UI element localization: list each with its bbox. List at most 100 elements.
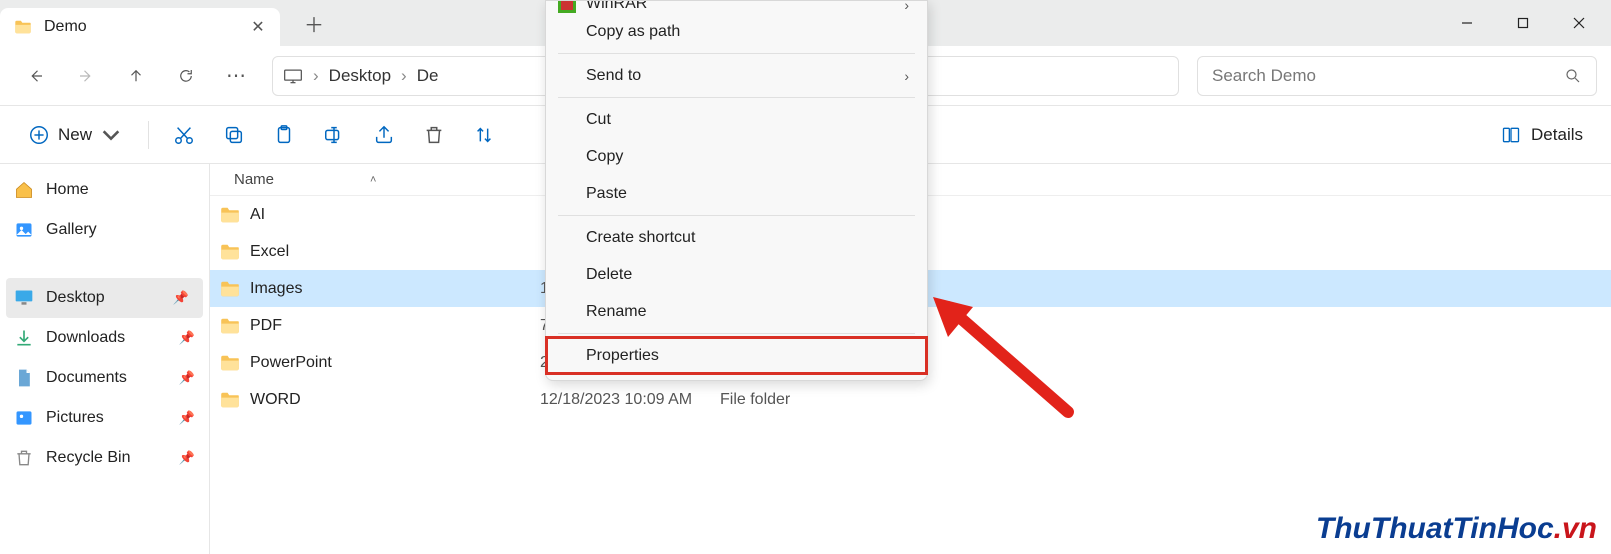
pin-icon: 📌: [179, 370, 195, 386]
sidebar-label: Desktop: [46, 289, 105, 307]
chevron-right-icon: ›: [904, 1, 909, 13]
close-window-button[interactable]: [1551, 0, 1607, 46]
ctx-paste[interactable]: Paste: [546, 175, 927, 212]
minimize-button[interactable]: [1439, 0, 1495, 46]
tab-demo[interactable]: Demo ✕: [0, 8, 280, 46]
folder-icon: [14, 20, 32, 34]
details-label: Details: [1531, 125, 1583, 145]
pin-icon: 📌: [179, 450, 195, 466]
file-row[interactable]: WORD 12/18/2023 10:09 AM File folder: [210, 381, 1611, 418]
file-name: Excel: [250, 243, 289, 261]
chevron-right-icon: ›: [904, 68, 909, 84]
sidebar-item-recycle-bin[interactable]: Recycle Bin 📌: [0, 438, 209, 478]
close-tab-icon[interactable]: ✕: [250, 17, 266, 37]
pin-icon: 📌: [179, 410, 195, 426]
sidebar-label: Documents: [46, 369, 127, 387]
sidebar-item-gallery[interactable]: Gallery: [0, 210, 209, 250]
cut-icon: [173, 124, 195, 146]
paste-button[interactable]: [263, 115, 305, 155]
folder-icon: [220, 318, 240, 334]
ctx-copy-as-path[interactable]: Copy as path: [546, 13, 927, 50]
recycle-bin-icon: [14, 448, 34, 468]
navigation-pane: Home Gallery Desktop 📌 Downloads 📌 Docum…: [0, 164, 210, 554]
ctx-cut[interactable]: Cut: [546, 101, 927, 138]
file-name: Images: [250, 280, 302, 298]
home-icon: [14, 180, 34, 200]
maximize-button[interactable]: [1495, 0, 1551, 46]
file-name: PowerPoint: [250, 354, 332, 372]
tab-title: Demo: [44, 18, 238, 36]
crumb-desktop[interactable]: Desktop: [329, 66, 391, 86]
sidebar-label: Home: [46, 181, 89, 199]
search-input[interactable]: Search Demo: [1197, 56, 1597, 96]
cut-button[interactable]: [163, 115, 205, 155]
ctx-rename[interactable]: Rename: [546, 293, 927, 330]
file-type: File folder: [720, 391, 900, 409]
delete-button[interactable]: [413, 115, 455, 155]
ctx-copy[interactable]: Copy: [546, 138, 927, 175]
column-name[interactable]: Name ˄: [210, 171, 540, 188]
winrar-icon: [558, 1, 576, 13]
separator: [558, 215, 915, 216]
folder-icon: [220, 392, 240, 408]
new-label: New: [58, 125, 92, 145]
separator: [148, 121, 149, 149]
share-icon: [373, 124, 395, 146]
gallery-icon: [14, 220, 34, 240]
context-menu: WinRAR › Copy as path Send to› Cut Copy …: [545, 0, 928, 381]
sort-icon: [473, 124, 495, 146]
sidebar-label: Pictures: [46, 409, 104, 427]
documents-icon: [14, 368, 34, 388]
file-date: 12/18/2023 10:09 AM: [540, 391, 720, 409]
pin-icon: 📌: [179, 330, 195, 346]
sidebar-item-downloads[interactable]: Downloads 📌: [0, 318, 209, 358]
sidebar-item-desktop[interactable]: Desktop 📌: [6, 278, 203, 318]
pictures-icon: [14, 408, 34, 428]
file-name: WORD: [250, 391, 301, 409]
rename-button[interactable]: [313, 115, 355, 155]
ctx-winrar[interactable]: WinRAR ›: [546, 1, 927, 13]
monitor-icon: [283, 68, 303, 84]
folder-icon: [220, 207, 240, 223]
back-button[interactable]: [14, 54, 58, 98]
sidebar-label: Recycle Bin: [46, 449, 130, 467]
window-controls: [1439, 0, 1607, 46]
chevron-right-icon: ›: [401, 66, 407, 86]
sort-button[interactable]: [463, 115, 505, 155]
search-placeholder: Search Demo: [1212, 66, 1564, 86]
plus-circle-icon: [28, 124, 50, 146]
paste-icon: [273, 124, 295, 146]
new-button[interactable]: New: [16, 115, 134, 155]
ctx-send-to[interactable]: Send to›: [546, 57, 927, 94]
search-icon: [1564, 67, 1582, 85]
sidebar-item-home[interactable]: Home: [0, 170, 209, 210]
details-view-button[interactable]: Details: [1489, 115, 1595, 155]
trash-icon: [423, 124, 445, 146]
copy-icon: [223, 124, 245, 146]
sidebar-label: Downloads: [46, 329, 125, 347]
separator: [558, 53, 915, 54]
folder-icon: [220, 281, 240, 297]
watermark: ThuThuatTinHoc.vn: [1316, 512, 1597, 546]
rename-icon: [323, 124, 345, 146]
ctx-create-shortcut[interactable]: Create shortcut: [546, 219, 927, 256]
forward-button[interactable]: [64, 54, 108, 98]
sort-asc-icon: ˄: [370, 174, 376, 186]
more-button[interactable]: ⋯: [214, 54, 258, 98]
sidebar-item-documents[interactable]: Documents 📌: [0, 358, 209, 398]
folder-icon: [220, 244, 240, 260]
refresh-button[interactable]: [164, 54, 208, 98]
share-button[interactable]: [363, 115, 405, 155]
separator: [558, 333, 915, 334]
ctx-delete[interactable]: Delete: [546, 256, 927, 293]
file-name: PDF: [250, 317, 282, 335]
details-icon: [1501, 125, 1521, 145]
ctx-properties[interactable]: Properties: [546, 337, 927, 374]
up-button[interactable]: [114, 54, 158, 98]
separator: [558, 97, 915, 98]
chevron-down-icon: [100, 124, 122, 146]
crumb-current[interactable]: De: [417, 66, 439, 86]
new-tab-button[interactable]: ＋: [292, 4, 336, 42]
sidebar-item-pictures[interactable]: Pictures 📌: [0, 398, 209, 438]
copy-button[interactable]: [213, 115, 255, 155]
